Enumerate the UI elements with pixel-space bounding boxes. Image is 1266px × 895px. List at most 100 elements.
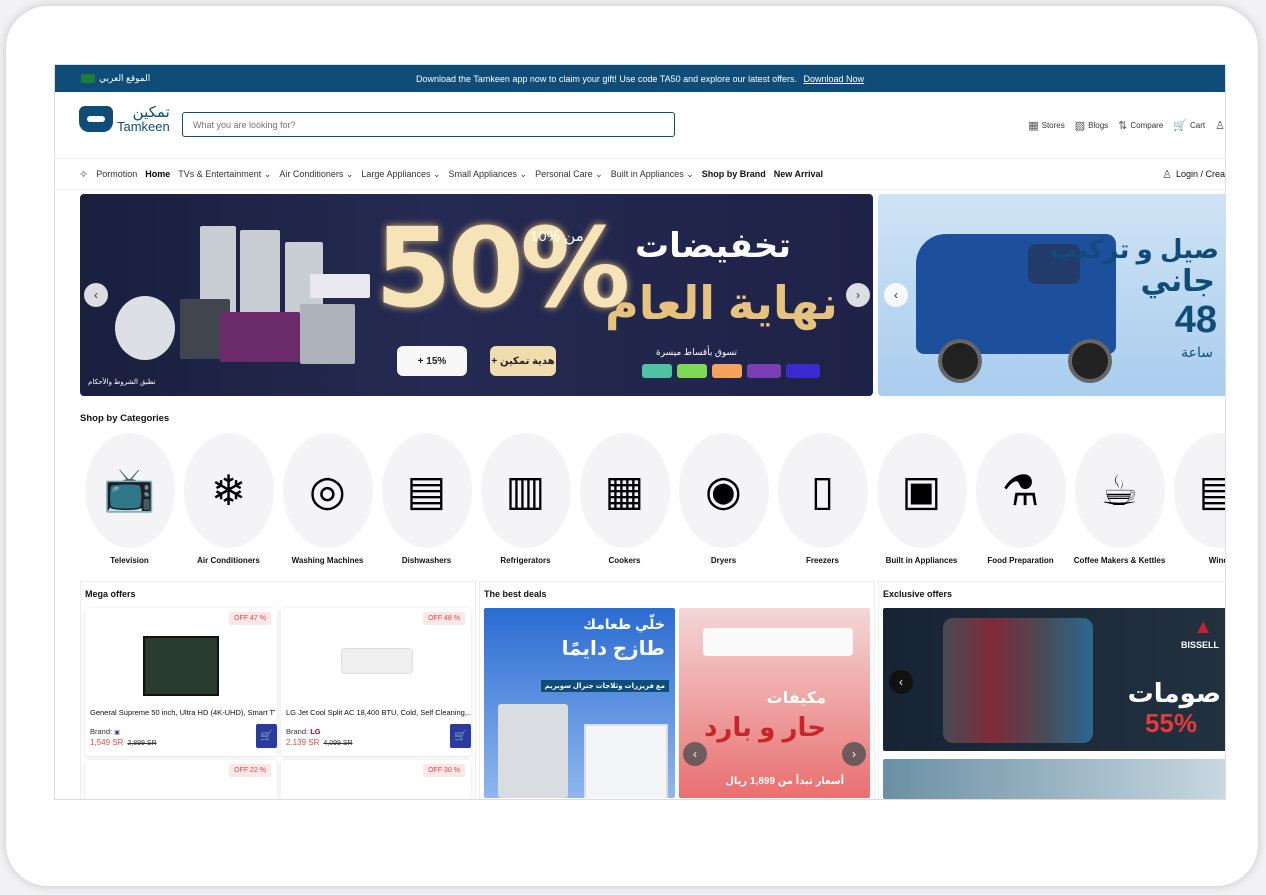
general-supreme-logo-icon: ▣ — [114, 730, 120, 736]
product-name[interactable]: General Supreme 50 inch, Ultra HD (4K-UH… — [90, 708, 275, 717]
device-frame: الموقع العربي Download the Tamkeen app n… — [6, 6, 1258, 886]
freezer-graphic — [584, 724, 668, 798]
category-coffee-makers[interactable]: ☕ Coffee Makers & Kettles — [1073, 433, 1166, 565]
category-dryers[interactable]: ◉ Dryers — [677, 433, 770, 565]
nav-item-air-conditioners[interactable]: Air Conditioners ⌄ — [279, 169, 353, 180]
deal-card-ac[interactable]: مكيفات حار و بارد أسعار تبدأ من 1,899 ري… — [679, 608, 870, 798]
category-dishwashers[interactable]: ▤ Dishwashers — [380, 433, 473, 565]
discount-badge: OFF 48 % — [423, 612, 465, 625]
promo-message: Download the Tamkeen app now to claim yo… — [415, 73, 865, 84]
category-television[interactable]: 📺 Television — [83, 433, 176, 565]
side-banner-hours-label: ساعة — [1181, 344, 1213, 360]
category-cookers[interactable]: ▦ Cookers — [578, 433, 671, 565]
payment-tabby-icon — [642, 364, 672, 378]
nav-item-large-appliances[interactable]: Large Appliances ⌄ — [361, 169, 440, 180]
hero-next-button[interactable]: › — [846, 283, 870, 307]
fridge-graphic — [240, 230, 280, 316]
deals-next-button[interactable]: › — [842, 742, 866, 766]
site-header: تمكين Tamkeen ▦Stores ▧Blogs ⇅Compare 🛒C… — [55, 92, 1225, 159]
chevron-right-icon: › — [852, 747, 856, 761]
hero-side-banner[interactable]: صيل و تركيب جاني 48 ساعة ‹ — [878, 194, 1225, 396]
washing-machine-icon: ◎ — [282, 433, 373, 548]
hero-banner[interactable]: 50% 10% من تخفيضات نهاية العام تسوق بأقس… — [80, 194, 873, 396]
chevron-left-icon: ‹ — [94, 288, 98, 302]
account-link[interactable]: ♙ — [1215, 119, 1225, 132]
van-wheel — [1068, 339, 1112, 383]
product-name[interactable]: LG Jet Cool Split AC 18,400 BTU, Cold, S… — [286, 708, 471, 717]
compare-link[interactable]: ⇅ Compare — [1118, 119, 1163, 132]
product-card[interactable]: OFF 48 % LG Jet Cool Split AC 18,400 BTU… — [281, 608, 471, 756]
blog-icon: ▧ — [1074, 120, 1086, 132]
nav-item-shop-by-brand[interactable]: Shop by Brand — [702, 169, 766, 179]
payment-mis-icon — [747, 364, 781, 378]
nav-item-tvs[interactable]: TVs & Entertainment ⌄ — [178, 169, 271, 180]
tamkeen-logo[interactable]: تمكين Tamkeen — [79, 105, 170, 133]
mega-offers-panel: Mega offers OFF 47 % General Supreme 50 … — [80, 581, 476, 799]
vacuum-graphic — [943, 618, 1093, 743]
search-input[interactable] — [182, 112, 675, 137]
main-nav: ✧ Pormotion Home TVs & Entertainment ⌄ A… — [55, 159, 1225, 190]
dishwasher-icon: ▤ — [381, 433, 472, 548]
side-prev-button[interactable]: ‹ — [884, 283, 908, 307]
logo-icon — [79, 106, 113, 132]
compare-icon: ⇅ — [1118, 120, 1128, 132]
category-refrigerators[interactable]: ▥ Refrigerators — [479, 433, 572, 565]
add-to-cart-button[interactable]: 🛒 — [450, 724, 471, 748]
best-deals-title: The best deals — [484, 589, 547, 599]
product-card[interactable]: OFF 47 % General Supreme 50 inch, Ultra … — [85, 608, 277, 756]
exclusive-banner-2[interactable] — [883, 759, 1225, 799]
nav-item-home[interactable]: Home — [145, 169, 170, 179]
store-icon: ▦ — [1028, 120, 1039, 132]
category-freezers[interactable]: ▯ Freezers — [776, 433, 869, 565]
product-card[interactable]: OFF 22 % — [85, 760, 277, 799]
best-deals-panel: The best deals خلّي طعامك طازج دايمًا مع… — [479, 581, 875, 799]
product-price: 1,549 SR 2,899 SR — [90, 738, 157, 747]
exclusive-prev-button[interactable]: ‹ — [889, 670, 913, 694]
hero-subtitle: نهاية العام — [605, 277, 838, 329]
coffee-maker-icon: ☕ — [1074, 433, 1165, 548]
deals-prev-button[interactable]: ‹ — [683, 742, 707, 766]
window-ac-icon: ▤ — [1173, 433, 1225, 548]
payment-madfu-icon — [786, 364, 820, 378]
television-icon: 📺 — [84, 433, 175, 548]
discount-badge: OFF 22 % — [229, 764, 271, 777]
download-now-link[interactable]: Download Now — [804, 74, 865, 84]
category-built-in[interactable]: ▣ Built in Appliances — [875, 433, 968, 565]
hero-discount-text: 50% — [375, 204, 630, 332]
nav-item-promotion[interactable]: Pormotion — [96, 169, 137, 179]
deal-card-freezers[interactable]: خلّي طعامك طازج دايمًا مع فريزرات وثلاجا… — [484, 608, 675, 798]
language-switch[interactable]: الموقع العربي — [81, 73, 150, 84]
user-icon: ♙ — [1162, 168, 1172, 181]
hero-title: تخفيضات — [635, 227, 792, 265]
user-icon: ♙ — [1215, 120, 1225, 132]
mega-offers-title: Mega offers — [85, 589, 136, 599]
chevron-right-icon: › — [856, 288, 860, 302]
cart-icon: 🛒 — [260, 730, 273, 742]
bissell-banner[interactable]: ▲ BISSELL صومات 55% ‹ — [883, 608, 1225, 751]
cooker-icon: ▦ — [579, 433, 670, 548]
nav-item-small-appliances[interactable]: Small Appliances ⌄ — [449, 169, 528, 180]
chevron-left-icon: ‹ — [899, 675, 903, 689]
refrigerator-icon: ▥ — [480, 433, 571, 548]
freezer-icon: ▯ — [777, 433, 868, 548]
login-link[interactable]: ♙ Login / Crea — [1162, 168, 1225, 181]
ac-graphic — [310, 274, 370, 298]
add-to-cart-button[interactable]: 🛒 — [256, 724, 277, 748]
payment-icon — [712, 364, 742, 378]
nav-item-new-arrival[interactable]: New Arrival — [774, 169, 823, 179]
hero-prev-button[interactable]: ‹ — [84, 283, 108, 307]
payment-tamara-icon — [677, 364, 707, 378]
category-food-preparation[interactable]: ⚗ Food Preparation — [974, 433, 1067, 565]
product-brand: Brand: ▣ — [90, 727, 120, 736]
blogs-link[interactable]: ▧ Blogs — [1075, 119, 1108, 132]
category-air-conditioners[interactable]: ❄ Air Conditioners — [182, 433, 275, 565]
category-washing-machines[interactable]: ◎ Washing Machines — [281, 433, 374, 565]
nav-item-personal-care[interactable]: Personal Care ⌄ — [535, 169, 603, 180]
cart-link[interactable]: 🛒 Cart — [1173, 119, 1205, 132]
nav-item-built-in[interactable]: Built in Appliances ⌄ — [611, 169, 694, 180]
lg-logo-icon: LG — [310, 727, 321, 736]
product-card[interactable]: OFF 30 % — [281, 760, 471, 799]
stores-link[interactable]: ▦ Stores — [1028, 119, 1065, 132]
category-window-ac[interactable]: ▤Wind — [1172, 433, 1225, 565]
side-banner-line2: جاني — [1140, 265, 1215, 298]
